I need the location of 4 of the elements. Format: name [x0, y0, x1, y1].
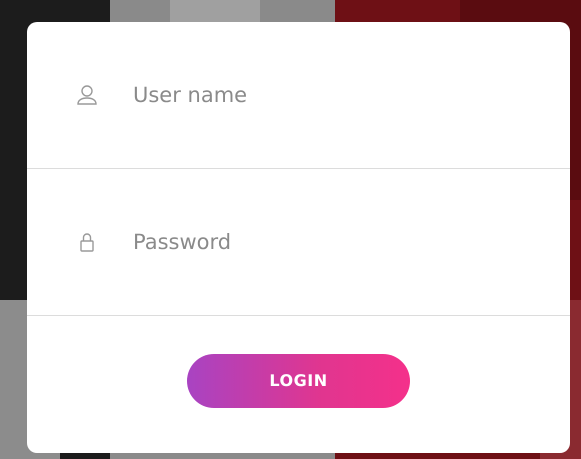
user-icon [75, 83, 99, 107]
password-field[interactable]: Password [133, 226, 463, 258]
login-button[interactable]: LOGIN [187, 354, 410, 408]
username-field[interactable]: User name [133, 79, 463, 111]
